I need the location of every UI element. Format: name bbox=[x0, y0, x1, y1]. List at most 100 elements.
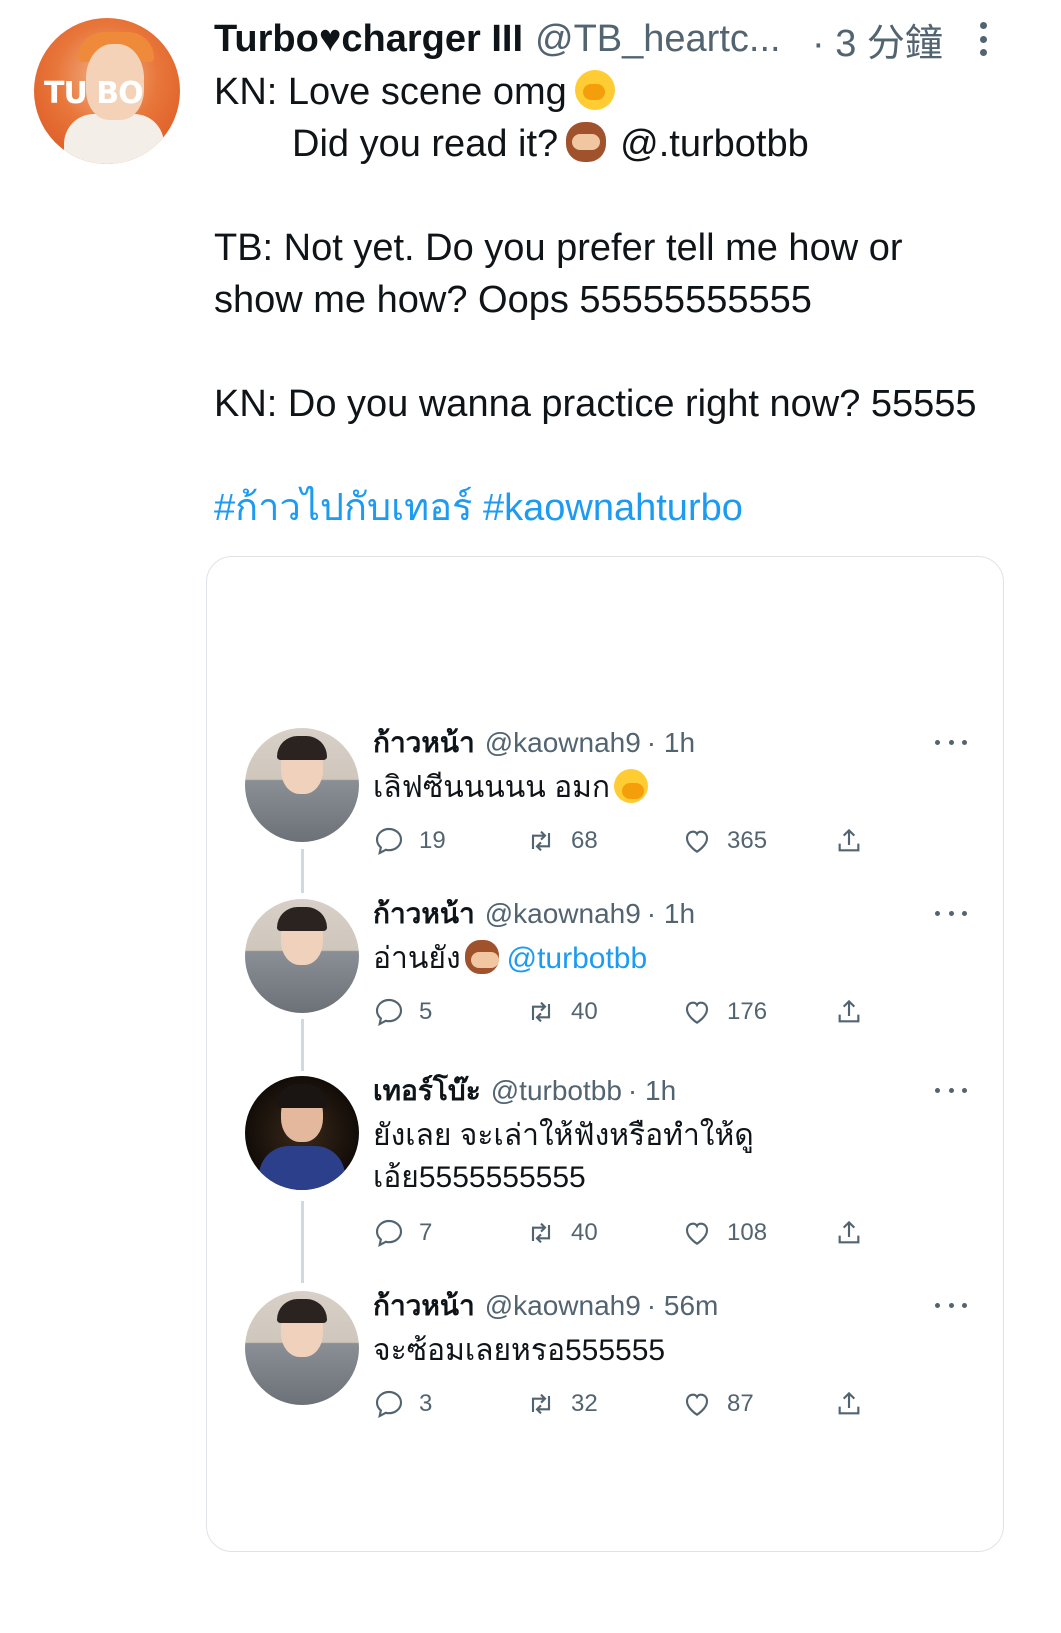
reply-icon bbox=[375, 998, 403, 1026]
retweet-icon bbox=[531, 830, 551, 852]
share-icon bbox=[838, 999, 860, 1023]
face-with-hand-over-mouth-emoji-icon bbox=[614, 769, 649, 803]
like-action: 108 bbox=[681, 1215, 767, 1251]
tweet-timestamp[interactable]: · 3 分鐘 bbox=[812, 14, 943, 65]
embedded-author-handle: @kaownah9 bbox=[484, 1290, 641, 1321]
like-count: 176 bbox=[727, 998, 768, 1025]
retweet-icon bbox=[531, 1001, 551, 1023]
face-with-hand-over-mouth-emoji-icon bbox=[574, 70, 615, 110]
embedded-tweet-text: เลิฟซีนนนนน อมก bbox=[373, 771, 611, 804]
hashtag-links[interactable]: #ก้าวไปกับเทอร์ #kaownahturbo bbox=[214, 482, 1054, 534]
share-action bbox=[833, 823, 879, 859]
more-horizontal-icon bbox=[935, 1303, 967, 1311]
share-action bbox=[833, 1215, 879, 1251]
embedded-author-name: เทอร์โบ๊ะ bbox=[373, 1075, 481, 1106]
embedded-tweet-text: อ่านยัง bbox=[373, 942, 461, 975]
reply-count: 5 bbox=[419, 998, 433, 1025]
action-bar: 7 40 108 bbox=[373, 1215, 873, 1251]
avatar[interactable] bbox=[245, 899, 359, 1013]
avatar-logo-text: TU BO bbox=[44, 76, 144, 111]
retweet-action: 40 bbox=[525, 1215, 598, 1251]
embedded-timestamp: · 56m bbox=[646, 1290, 719, 1321]
thread-connector bbox=[301, 849, 304, 893]
action-bar: 19 68 365 bbox=[373, 823, 873, 859]
embedded-author-handle: @kaownah9 bbox=[484, 898, 641, 929]
like-action: 365 bbox=[681, 823, 767, 859]
author-handle[interactable]: @TB_heartc... bbox=[535, 18, 781, 61]
thread-connector bbox=[301, 1201, 304, 1283]
more-horizontal-icon bbox=[935, 1088, 967, 1096]
retweet-count: 32 bbox=[571, 1390, 598, 1417]
tweet-text: Did you read it? bbox=[292, 123, 559, 165]
tweet-line: KN: Love scene omg bbox=[214, 66, 1054, 118]
retweet-count: 40 bbox=[571, 1219, 598, 1246]
heart-icon bbox=[685, 1222, 709, 1245]
embedded-timestamp: · 1h bbox=[646, 898, 696, 929]
attached-image-card[interactable]: ก้าวหน้า @kaownah9 · 1h เลิฟซีนนนนน อมก … bbox=[206, 556, 1004, 1552]
reply-action: 5 bbox=[373, 994, 432, 1030]
action-bar: 5 40 176 bbox=[373, 994, 873, 1030]
embedded-tweet-text: เอ้ย5555555555 bbox=[373, 1161, 586, 1194]
more-vertical-icon[interactable] bbox=[968, 16, 998, 62]
share-icon bbox=[838, 828, 860, 852]
embedded-author-handle: @kaownah9 bbox=[484, 727, 641, 758]
reply-action: 3 bbox=[373, 1386, 432, 1422]
tweet-text: show me how? Oops 55555555555 bbox=[214, 279, 812, 321]
heart-icon bbox=[685, 830, 709, 853]
reply-icon bbox=[375, 1219, 403, 1247]
share-action bbox=[833, 1386, 879, 1422]
tweet-text: TB: Not yet. Do you prefer tell me how o… bbox=[214, 227, 903, 269]
tweet-text: KN: Love scene omg bbox=[214, 71, 567, 113]
action-bar: 3 32 87 bbox=[373, 1386, 873, 1422]
avatar-shirt bbox=[64, 114, 164, 164]
avatar[interactable] bbox=[245, 1076, 359, 1190]
retweet-action: 32 bbox=[525, 1386, 598, 1422]
reply-action: 19 bbox=[373, 823, 446, 859]
share-icon bbox=[838, 1220, 860, 1244]
author-avatar[interactable]: TU BO bbox=[34, 18, 180, 164]
like-action: 87 bbox=[681, 1386, 754, 1422]
reply-icon bbox=[375, 1390, 403, 1418]
reply-count: 19 bbox=[419, 827, 446, 854]
reply-icon bbox=[375, 827, 403, 855]
avatar[interactable] bbox=[245, 728, 359, 842]
tweet-mention-text: @.turbotbb bbox=[620, 123, 809, 165]
heart-icon bbox=[685, 1001, 709, 1024]
tweet-text: KN: Do you wanna practice right now? 555… bbox=[214, 383, 977, 425]
tweet-body: KN: Love scene omg Did you read it? @.tur… bbox=[214, 66, 1054, 534]
embedded-tweet-text: จะซ้อมเลยหรอ555555 bbox=[373, 1334, 666, 1367]
retweet-count: 40 bbox=[571, 998, 598, 1025]
retweet-count: 68 bbox=[571, 827, 598, 854]
share-action bbox=[833, 994, 879, 1030]
embedded-author-name: ก้าวหน้า bbox=[373, 898, 475, 929]
retweet-action: 40 bbox=[525, 994, 598, 1030]
embedded-timestamp: · 1h bbox=[646, 727, 696, 758]
more-horizontal-icon bbox=[935, 740, 967, 748]
see-no-evil-monkey-emoji-icon bbox=[566, 122, 607, 162]
reply-count: 3 bbox=[419, 1390, 433, 1417]
like-count: 108 bbox=[727, 1219, 768, 1246]
share-icon bbox=[838, 1391, 860, 1415]
like-count: 87 bbox=[727, 1390, 754, 1417]
retweet-action: 68 bbox=[525, 823, 598, 859]
tweet-line: Did you read it? @.turbotbb bbox=[214, 118, 1054, 170]
retweet-icon bbox=[531, 1222, 551, 1244]
thread-connector bbox=[301, 1019, 304, 1071]
embedded-author-handle: @turbotbb bbox=[490, 1075, 622, 1106]
author-display-name[interactable]: Turbo♥charger III bbox=[214, 18, 523, 61]
embedded-mention: @turbotbb bbox=[506, 942, 648, 975]
more-horizontal-icon bbox=[935, 911, 967, 919]
avatar[interactable] bbox=[245, 1291, 359, 1405]
embedded-tweet-text: ยังเลย จะเล่าให้ฟังหรือทำให้ดู bbox=[373, 1119, 754, 1152]
heart-icon bbox=[685, 1393, 709, 1416]
like-count: 365 bbox=[727, 827, 768, 854]
reply-action: 7 bbox=[373, 1215, 432, 1251]
embedded-timestamp: · 1h bbox=[627, 1075, 677, 1106]
reply-count: 7 bbox=[419, 1219, 433, 1246]
see-no-evil-monkey-emoji-icon bbox=[464, 940, 499, 974]
embedded-author-name: ก้าวหน้า bbox=[373, 1290, 475, 1321]
tweet-header: Turbo♥charger III @TB_heartc... bbox=[214, 14, 781, 64]
embedded-author-name: ก้าวหน้า bbox=[373, 727, 475, 758]
retweet-icon bbox=[531, 1393, 551, 1415]
like-action: 176 bbox=[681, 994, 767, 1030]
